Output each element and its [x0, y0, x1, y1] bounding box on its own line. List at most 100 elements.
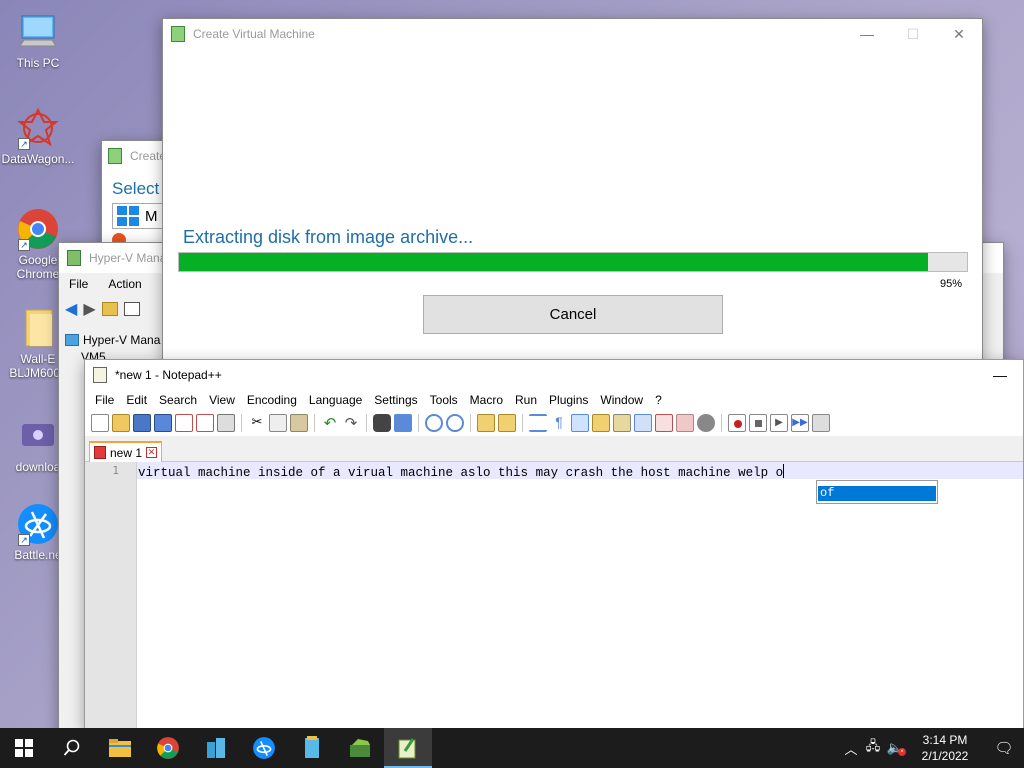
- menu-search[interactable]: Search: [153, 393, 203, 407]
- zoom-in-icon[interactable]: [425, 414, 443, 432]
- chevron-up-icon[interactable]: ︿: [840, 739, 862, 758]
- indent-guide-icon[interactable]: [571, 414, 589, 432]
- close-all-icon[interactable]: [196, 414, 214, 432]
- minimize-icon[interactable]: —: [977, 360, 1023, 390]
- close-tab-icon[interactable]: ✕: [146, 447, 158, 458]
- maximize-icon[interactable]: ☐: [890, 19, 936, 49]
- save-all-icon[interactable]: [154, 414, 172, 432]
- close-icon[interactable]: ✕: [936, 19, 982, 49]
- menu-macro[interactable]: Macro: [464, 393, 509, 407]
- window-titlebar[interactable]: Create Virtual Machine — ☐ ✕: [163, 19, 982, 49]
- toolbar-separator: [314, 414, 315, 432]
- play-macro-icon[interactable]: ▶: [770, 414, 788, 432]
- tab-label: new 1: [110, 445, 143, 460]
- shortcut-arrow-icon: ↗: [18, 239, 30, 251]
- find-icon[interactable]: [373, 414, 391, 432]
- network-icon[interactable]: 🖧: [862, 737, 884, 759]
- autocomplete-popup: of: [816, 480, 938, 504]
- word-wrap-icon[interactable]: [529, 414, 547, 432]
- computer-icon: [16, 10, 60, 54]
- print-icon[interactable]: [217, 414, 235, 432]
- line-number-gutter: 1: [85, 462, 137, 728]
- cancel-button[interactable]: Cancel: [423, 295, 723, 334]
- minimize-icon[interactable]: —: [844, 19, 890, 49]
- taskbar-battlenet[interactable]: [240, 728, 288, 768]
- replace-icon[interactable]: [394, 414, 412, 432]
- menu-file[interactable]: File: [59, 277, 98, 291]
- menu-edit[interactable]: Edit: [120, 393, 153, 407]
- undo-icon[interactable]: ↶: [321, 414, 339, 432]
- hyperv-server-icon: [65, 333, 79, 346]
- buildings-app-icon: [207, 738, 225, 758]
- taskbar-app-buildings[interactable]: [192, 728, 240, 768]
- run-macro-multiple-icon[interactable]: ▶▶: [791, 414, 809, 432]
- menu-window[interactable]: Window: [594, 393, 649, 407]
- monitoring-icon[interactable]: [697, 414, 715, 432]
- stop-macro-icon[interactable]: [749, 414, 767, 432]
- editor-line[interactable]: virtual machine inside of a virual machi…: [138, 464, 785, 480]
- menu-plugins[interactable]: Plugins: [543, 393, 594, 407]
- folder-workspace-icon[interactable]: [676, 414, 694, 432]
- close-file-icon[interactable]: [175, 414, 193, 432]
- desktop-icon-label: This PC: [16, 56, 60, 70]
- menu-language[interactable]: Language: [303, 393, 368, 407]
- taskbar-chrome[interactable]: [144, 728, 192, 768]
- menu-encoding[interactable]: Encoding: [241, 393, 303, 407]
- tree-item-root[interactable]: Hyper-V Mana: [65, 331, 160, 348]
- menu-action[interactable]: Action: [98, 277, 151, 291]
- show-all-chars-icon[interactable]: ¶: [550, 414, 568, 432]
- folder-up-icon[interactable]: [101, 302, 118, 316]
- save-macro-icon[interactable]: [812, 414, 830, 432]
- create-vm-window[interactable]: Create Virtual Machine — ☐ ✕ Extracting …: [162, 18, 983, 364]
- start-button[interactable]: [0, 728, 48, 768]
- notification-icon[interactable]: 🗨: [984, 739, 1024, 757]
- extract-progress-bar: [178, 252, 968, 272]
- menu-settings[interactable]: Settings: [368, 393, 423, 407]
- sync-horizontal-icon[interactable]: [498, 414, 516, 432]
- zoom-out-icon[interactable]: [446, 414, 464, 432]
- document-tabs: new 1 ✕: [85, 436, 1023, 462]
- paste-icon[interactable]: [290, 414, 308, 432]
- open-file-icon[interactable]: [112, 414, 130, 432]
- progress-fill: [179, 253, 928, 271]
- desktop-icon-datawagon[interactable]: ↗ DataWagon...: [0, 106, 76, 166]
- vm-app-icon: [305, 736, 319, 758]
- menu-run[interactable]: Run: [509, 393, 543, 407]
- editor-area[interactable]: 1 virtual machine inside of a virual mac…: [85, 462, 1023, 728]
- desktop-icon-this-pc[interactable]: This PC: [0, 10, 76, 70]
- search-button[interactable]: [48, 728, 96, 768]
- menu-tools[interactable]: Tools: [424, 393, 464, 407]
- notepadpp-window[interactable]: *new 1 - Notepad++ — File Edit Search Vi…: [84, 359, 1024, 729]
- taskbar-game-app[interactable]: [336, 728, 384, 768]
- menu-help[interactable]: ?: [649, 393, 668, 407]
- back-arrow-icon[interactable]: ◀: [65, 299, 77, 319]
- tab-new-1[interactable]: new 1 ✕: [89, 441, 163, 462]
- notepadpp-menubar: File Edit Search View Encoding Language …: [85, 390, 1023, 410]
- taskbar-vm-app[interactable]: [288, 728, 336, 768]
- udl-icon[interactable]: [592, 414, 610, 432]
- volume-muted-icon[interactable]: 🔈 ×: [884, 740, 906, 756]
- doc-map-icon[interactable]: [613, 414, 631, 432]
- menu-view[interactable]: View: [203, 393, 241, 407]
- new-file-icon[interactable]: [91, 414, 109, 432]
- menu-file[interactable]: File: [89, 393, 120, 407]
- taskbar-file-explorer[interactable]: [96, 728, 144, 768]
- copy-icon[interactable]: [269, 414, 287, 432]
- cut-icon[interactable]: ✂: [248, 414, 266, 432]
- taskbar-notepadpp[interactable]: [384, 728, 432, 768]
- save-icon[interactable]: [133, 414, 151, 432]
- toolbar-separator: [366, 414, 367, 432]
- doc-list-icon[interactable]: [634, 414, 652, 432]
- autocomplete-option[interactable]: of: [818, 486, 936, 501]
- window-titlebar[interactable]: *new 1 - Notepad++ —: [85, 360, 1023, 390]
- forward-arrow-icon[interactable]: ▶: [83, 299, 95, 319]
- window-titlebar[interactable]: Create: [102, 141, 170, 171]
- record-macro-icon[interactable]: [728, 414, 746, 432]
- function-list-icon[interactable]: [655, 414, 673, 432]
- sync-vertical-icon[interactable]: [477, 414, 495, 432]
- notepadpp-icon: [398, 738, 416, 759]
- select-heading: Select: [112, 179, 160, 198]
- clock[interactable]: 3:14 PM 2/1/2022: [906, 732, 984, 764]
- redo-icon[interactable]: ↷: [342, 414, 360, 432]
- console-tree-icon[interactable]: [123, 302, 140, 316]
